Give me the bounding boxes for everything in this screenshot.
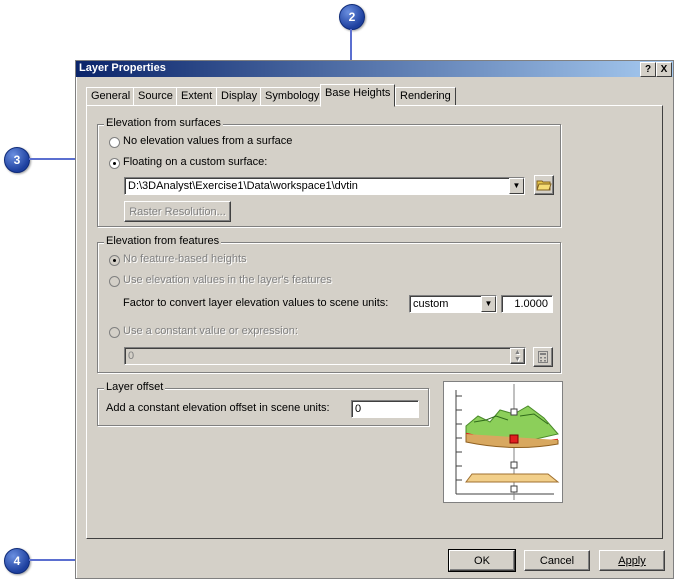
window-title: Layer Properties <box>79 62 166 74</box>
surface-path-field[interactable]: D:\3DAnalyst\Exercise1\Data\workspace1\d… <box>124 177 525 195</box>
features-group: Elevation from features No feature-based… <box>97 235 561 373</box>
raster-resolution-button[interactable]: Raster Resolution... <box>124 201 231 222</box>
callout-4: 4 <box>4 548 30 574</box>
callout-2: 2 <box>339 4 365 30</box>
spinner-button[interactable]: ▲ ▼ <box>510 348 525 364</box>
close-button[interactable]: X <box>656 62 672 77</box>
constant-expression-field[interactable]: 0 <box>124 347 526 365</box>
tab-display[interactable]: Display <box>216 87 263 106</box>
title-bar: Layer Properties ? X <box>76 61 673 77</box>
calculator-icon <box>538 351 548 363</box>
elevation-diagram-icon <box>455 384 560 500</box>
radio-constant-value[interactable] <box>109 327 120 338</box>
callout-3: 3 <box>4 147 30 173</box>
tab-symbology[interactable]: Symbology <box>260 87 325 106</box>
no-surface-label: No elevation values from a surface <box>123 135 293 147</box>
offset-value-field[interactable]: 0 <box>351 400 419 418</box>
radio-custom-surface[interactable] <box>109 158 120 169</box>
radio-no-surface[interactable] <box>109 137 120 148</box>
tab-general[interactable]: General <box>86 87 136 106</box>
elevation-preview <box>443 381 563 503</box>
tab-source[interactable]: Source <box>133 87 178 106</box>
features-legend: Elevation from features <box>104 235 222 247</box>
cancel-button[interactable]: Cancel <box>524 550 590 571</box>
chevron-down-icon[interactable]: ▼ <box>481 296 496 312</box>
ok-button[interactable]: OK <box>448 549 516 572</box>
factor-label: Factor to convert layer elevation values… <box>123 297 389 309</box>
open-folder-button[interactable] <box>534 175 554 195</box>
factor-value-field[interactable]: 1.0000 <box>501 295 553 313</box>
tab-panel: Elevation from surfaces No elevation val… <box>86 105 663 539</box>
custom-surface-label: Floating on a custom surface: <box>123 156 268 168</box>
surfaces-group: Elevation from surfaces No elevation val… <box>97 117 561 227</box>
use-feature-label: Use elevation values in the layer's feat… <box>123 274 332 286</box>
chevron-down-icon[interactable]: ▼ <box>509 178 524 194</box>
radio-use-feature-values[interactable] <box>109 276 120 287</box>
help-button[interactable]: ? <box>640 62 656 77</box>
no-feature-label: No feature-based heights <box>123 253 247 265</box>
tab-rendering[interactable]: Rendering <box>395 87 456 106</box>
offset-label: Add a constant elevation offset in scene… <box>106 402 330 414</box>
surfaces-legend: Elevation from surfaces <box>104 117 223 129</box>
layer-offset-legend: Layer offset <box>104 381 166 393</box>
apply-button[interactable]: Apply <box>599 550 665 571</box>
layer-offset-group: Layer offset Add a constant elevation of… <box>97 381 429 426</box>
folder-icon <box>536 180 552 191</box>
radio-no-feature-heights[interactable] <box>109 255 120 266</box>
tab-extent[interactable]: Extent <box>176 87 218 106</box>
tab-base-heights[interactable]: Base Heights <box>320 84 396 107</box>
expression-builder-button[interactable] <box>533 347 553 367</box>
constant-value-label: Use a constant value or expression: <box>123 325 298 337</box>
layer-properties-dialog: Layer Properties ? X General Source Exte… <box>75 60 674 579</box>
